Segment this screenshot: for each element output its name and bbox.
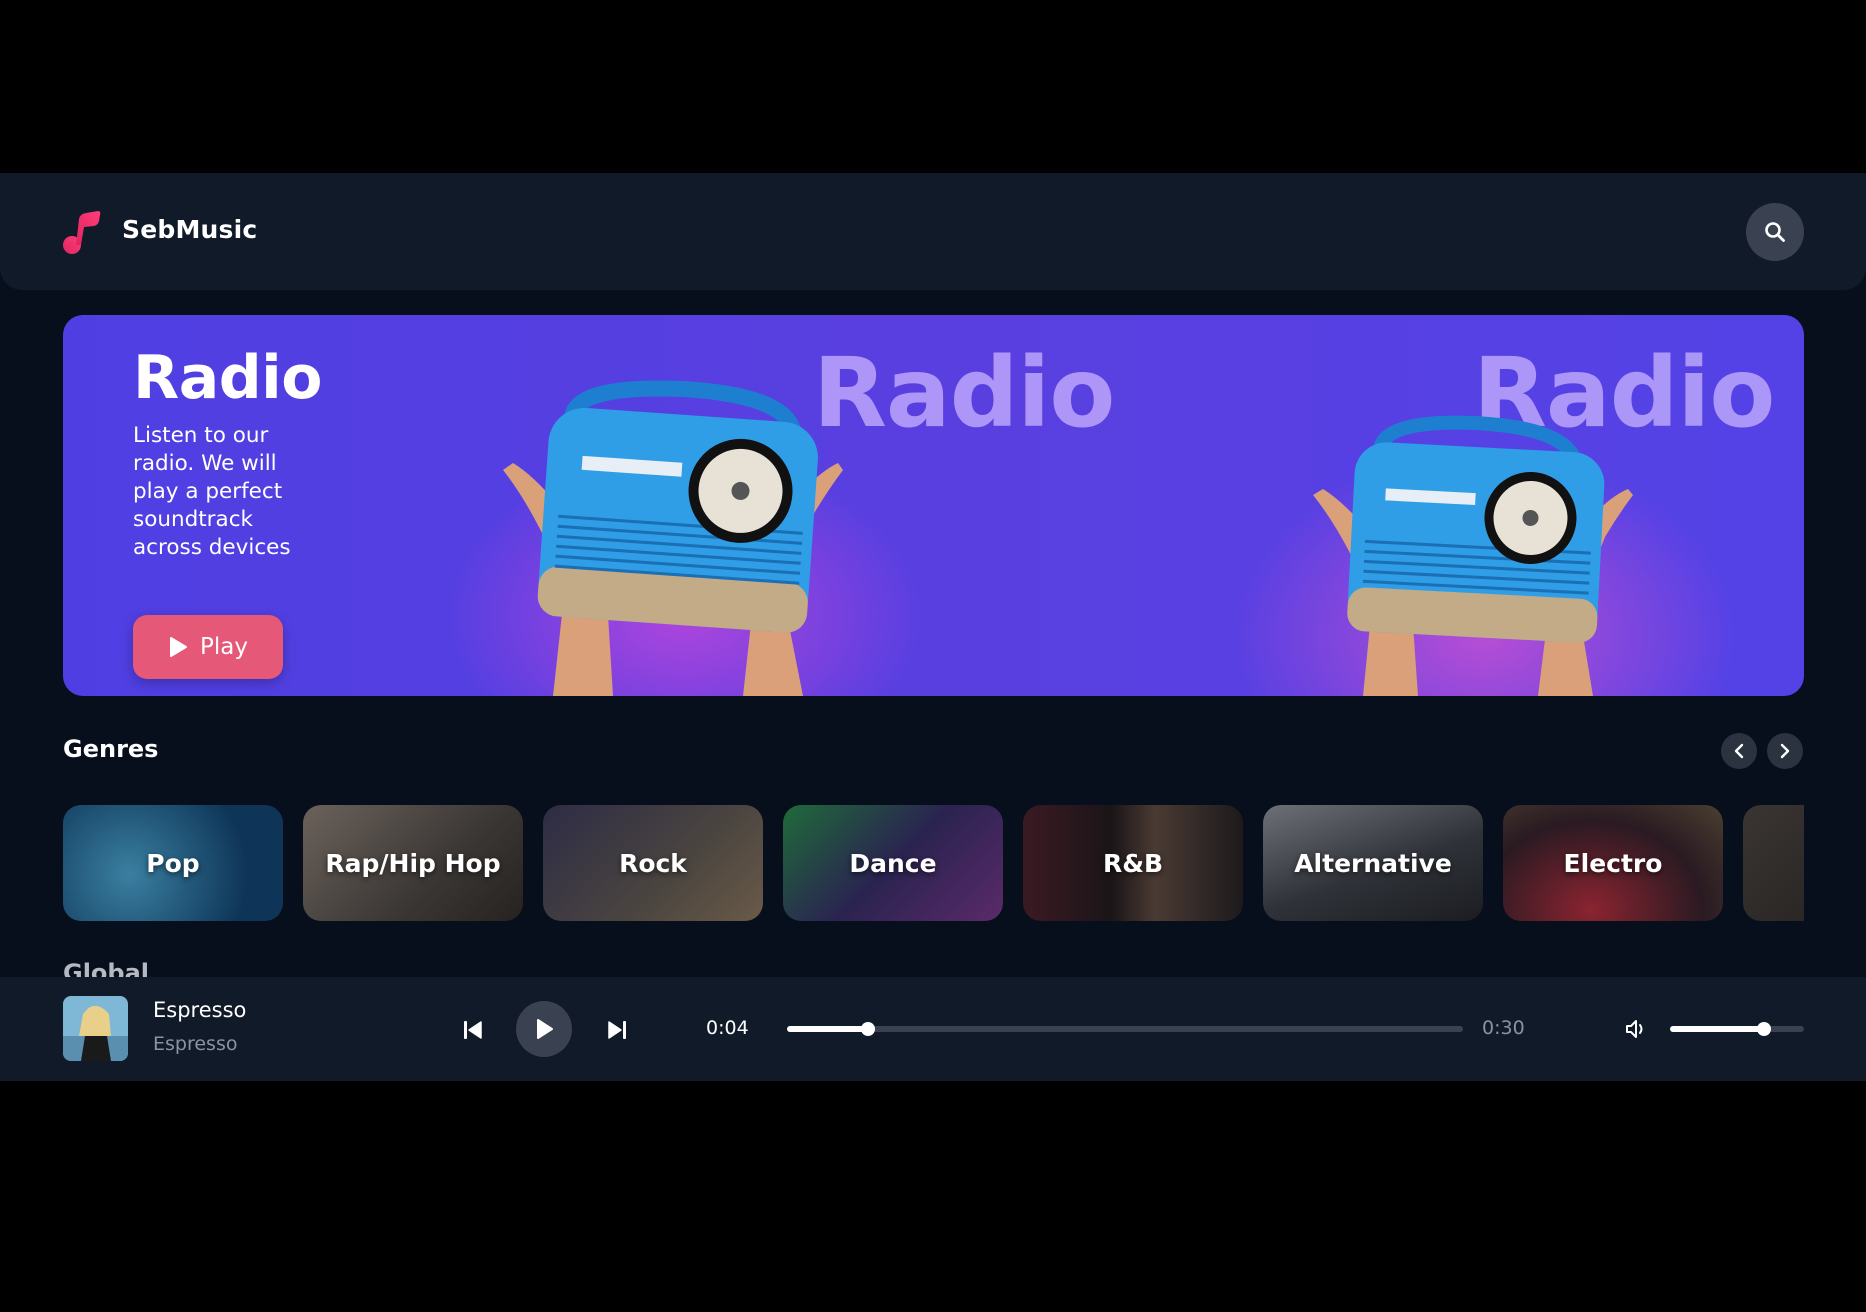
genres-next-button[interactable] [1767,733,1803,769]
volume-fill [1670,1026,1764,1032]
genre-label: Alternative [1294,848,1452,878]
genre-card-rap-hip-hop[interactable]: Rap/Hip Hop [303,805,523,921]
genres-prev-button[interactable] [1721,733,1757,769]
genre-card-dance[interactable]: Dance [783,805,1003,921]
play-icon [170,637,188,657]
elapsed-time: 0:04 [706,1017,749,1039]
hero-description: Listen to our radio. We will play a perf… [133,423,291,560]
genre-label: Pop [146,848,200,878]
hero-play-label: Play [200,634,248,660]
volume-slider[interactable] [1670,1022,1804,1036]
chevron-left-icon [1734,743,1744,759]
next-button[interactable] [604,1017,630,1043]
track-artist[interactable]: Espresso [153,1033,237,1055]
app-name: SebMusic [122,215,258,244]
progress-fill [787,1026,869,1032]
skip-next-icon [608,1021,626,1039]
genre-card-rock[interactable]: Rock [543,805,763,921]
volume-handle[interactable] [1756,1022,1771,1036]
skip-previous-icon [464,1021,482,1039]
genres-carousel: Pop Rap/Hip Hop Rock Dance R&B Alternati… [63,805,1804,921]
genre-label: Dance [849,848,937,878]
search-button[interactable] [1746,203,1804,261]
progress-handle[interactable] [861,1022,876,1036]
play-pause-button[interactable] [516,1001,572,1057]
hero-title: Radio [133,343,322,413]
hero-banner: Radio Radio Radio Listen to our radio. W… [63,315,1804,696]
music-note-icon [63,211,101,254]
player-bar: Espresso Espresso 0:04 0:30 [0,977,1866,1081]
genre-card-partial[interactable] [1743,805,1804,921]
album-cover [63,996,128,1061]
genre-label: R&B [1102,848,1164,878]
genre-label: Rap/Hip Hop [325,848,501,878]
genres-heading: Genres [63,735,159,763]
play-icon [537,1019,553,1039]
top-bar: SebMusic [0,173,1866,290]
track-title[interactable]: Espresso [153,998,246,1022]
progress-bar[interactable] [787,1022,1463,1036]
genre-card-alternative[interactable]: Alternative [1263,805,1483,921]
radio-image [503,380,843,696]
volume-button[interactable] [1622,1016,1650,1042]
chevron-right-icon [1780,743,1790,759]
hero-play-button[interactable]: Play [133,615,283,679]
genre-label: Rock [619,848,687,878]
genre-card-electro[interactable]: Electro [1503,805,1723,921]
app-window: SebMusic Radio Radio Radio Listen to our… [0,173,1866,1081]
duration-time: 0:30 [1482,1017,1525,1039]
volume-icon [1626,1020,1643,1038]
genre-label: Electro [1563,848,1663,878]
genre-card-pop[interactable]: Pop [63,805,283,921]
previous-button[interactable] [460,1017,486,1043]
search-icon [1765,222,1785,242]
radio-image [1313,415,1633,696]
genre-card-rnb[interactable]: R&B [1023,805,1243,921]
